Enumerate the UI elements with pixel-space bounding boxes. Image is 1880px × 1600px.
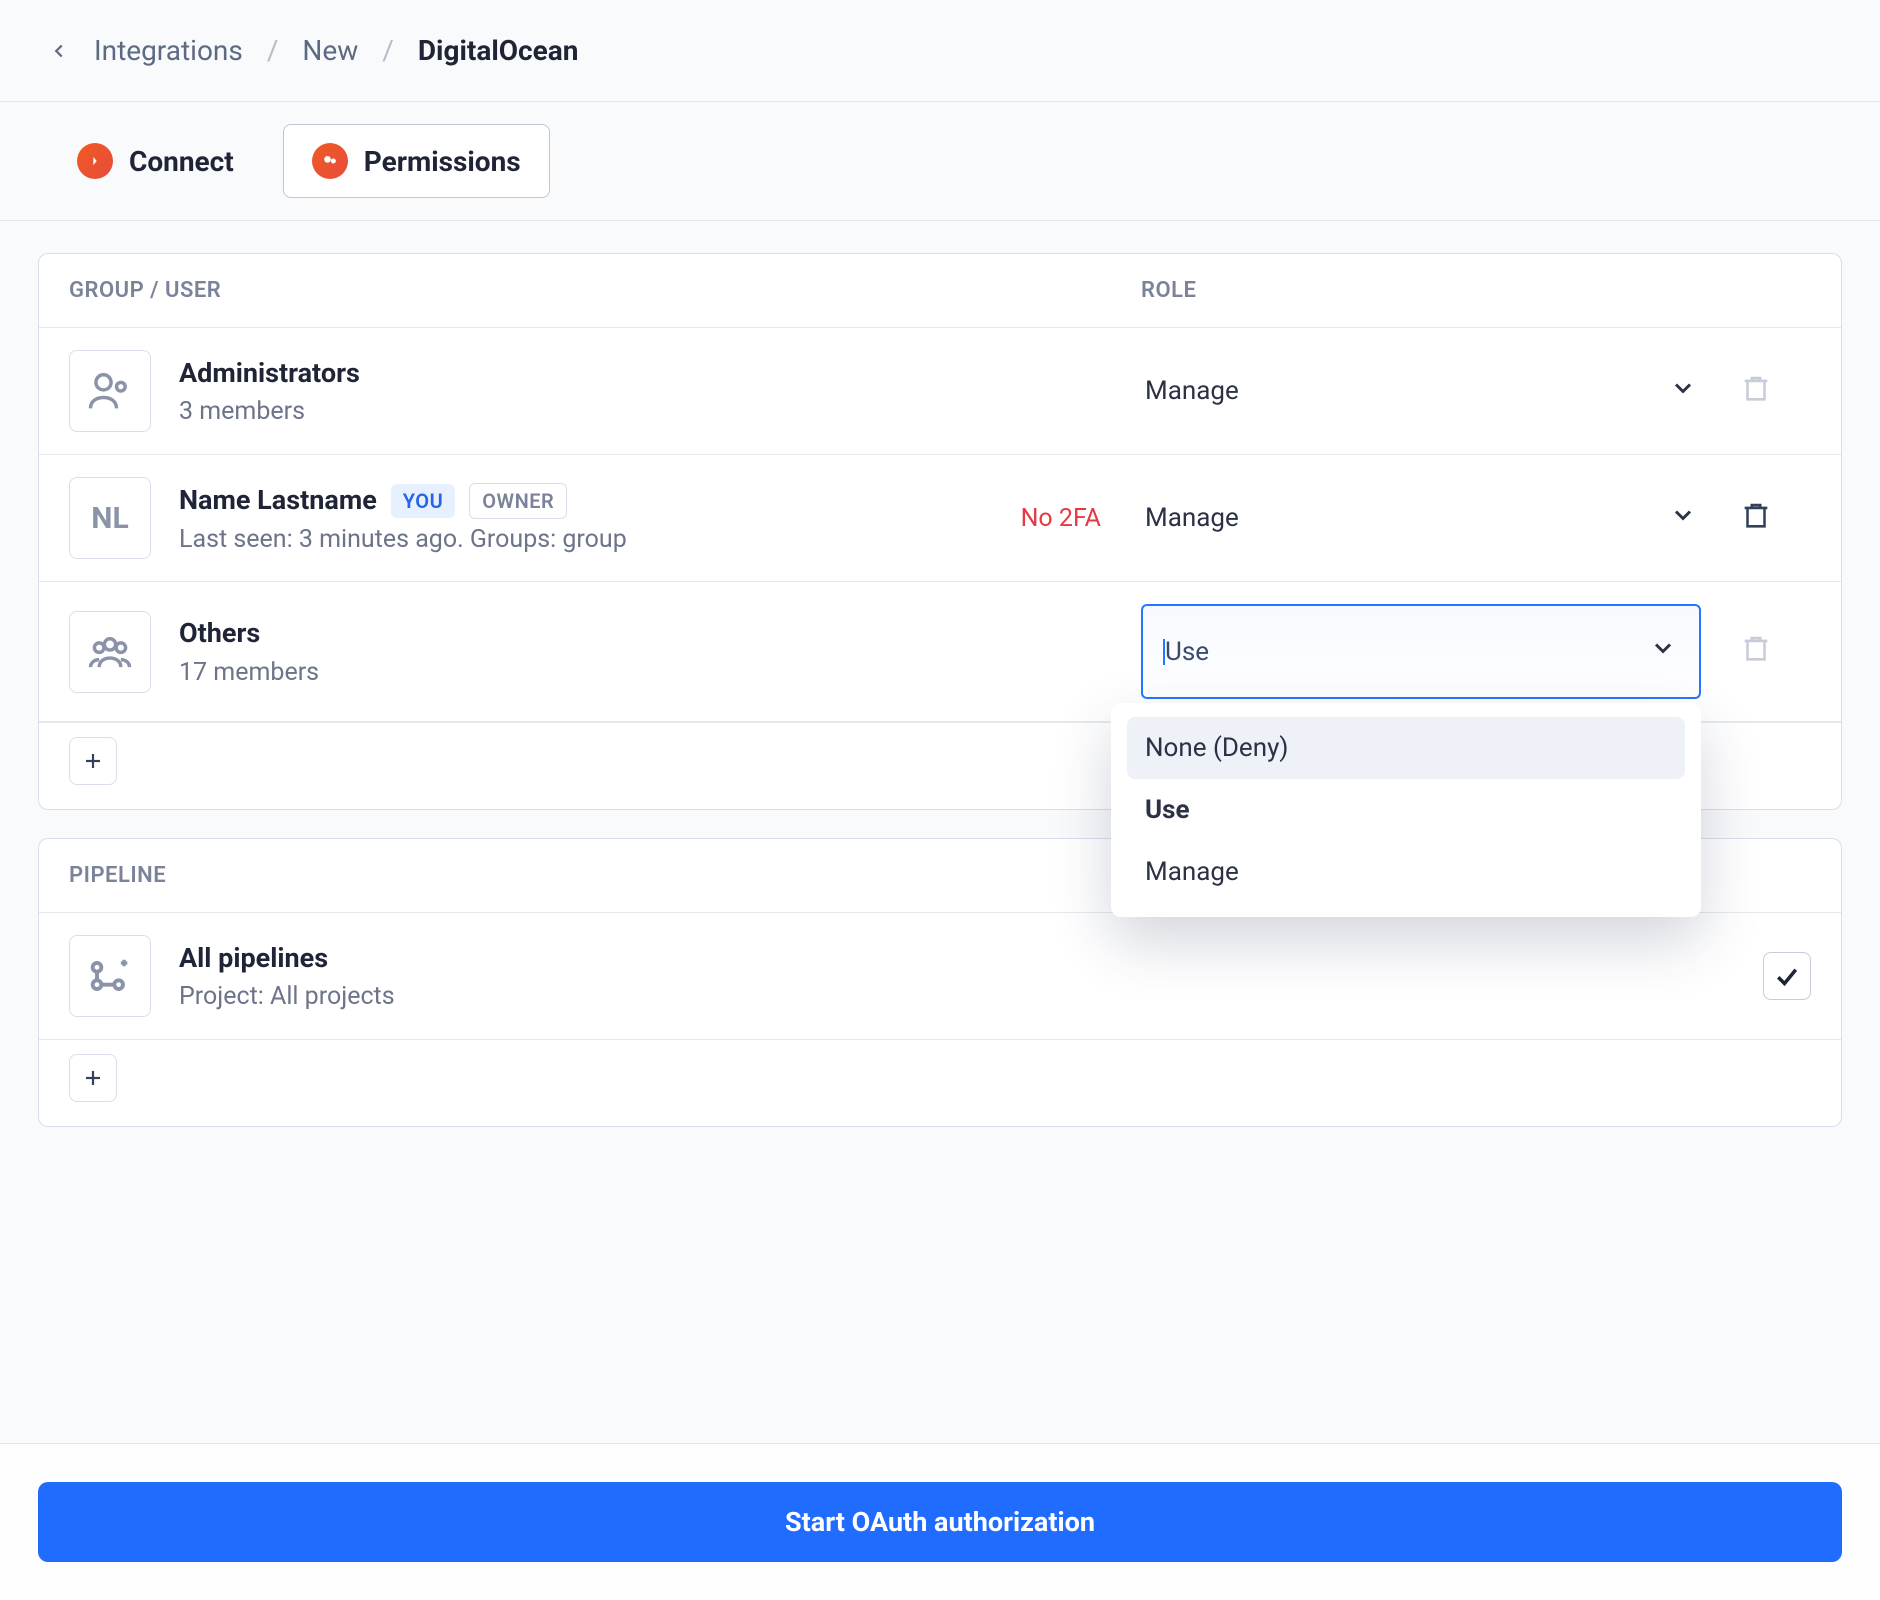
pipeline-header-label: PIPELINE [69,863,166,888]
role-select[interactable]: Manage [1141,491,1701,546]
chevron-down-icon [1649,634,1677,669]
breadcrumb-item[interactable]: Integrations [94,34,243,67]
no-2fa-warning: No 2FA [1021,504,1101,533]
role-select[interactable]: Use [1141,604,1701,699]
row-title: All pipelines [179,941,395,976]
role-dropdown: None (Deny) Use Manage [1111,703,1701,917]
breadcrumb: Integrations / New / DigitalOcean [0,0,1880,102]
tabs: Connect Permissions [0,102,1880,221]
group-icon [69,350,151,432]
footer: Start OAuth authorization [0,1443,1880,1600]
row-subtitle: Last seen: 3 minutes ago. Groups: group [179,525,627,554]
role-value: Manage [1145,503,1239,533]
chevron-down-icon [1669,501,1697,536]
delete-button [1739,371,1773,412]
column-header-role: ROLE [1141,278,1701,303]
start-oauth-button[interactable]: Start OAuth authorization [38,1482,1842,1562]
user-avatar: NL [69,477,151,559]
connect-icon [77,143,113,179]
pipeline-check-button[interactable] [1763,952,1811,1000]
group-icon [69,611,151,693]
permissions-icon [312,143,348,179]
chevron-down-icon [1669,374,1697,409]
breadcrumb-item-current: DigitalOcean [418,34,579,67]
row-title: Others [179,616,319,651]
tab-label: Permissions [364,145,521,178]
tab-connect[interactable]: Connect [48,124,263,198]
breadcrumb-item[interactable]: New [302,34,358,67]
you-badge: YOU [391,484,455,518]
table-row: All pipelines Project: All projects [39,913,1841,1040]
group-user-card: GROUP / USER ROLE Administrators 3 membe… [38,253,1842,810]
add-group-button[interactable] [69,737,117,785]
breadcrumb-separator: / [267,34,279,67]
back-button[interactable] [48,40,70,62]
pipeline-icon [69,935,151,1017]
row-subtitle: 17 members [179,658,319,687]
row-subtitle: Project: All projects [179,982,395,1011]
card-header: GROUP / USER ROLE [39,254,1841,328]
dropdown-option[interactable]: None (Deny) [1127,717,1685,779]
dropdown-option[interactable]: Use [1127,779,1685,841]
table-row: NL Name Lastname YOU OWNER Last seen: 3 … [39,455,1841,582]
role-value: Manage [1145,376,1239,406]
delete-button[interactable] [1739,498,1773,539]
tab-permissions[interactable]: Permissions [283,124,550,198]
column-header-group-user: GROUP / USER [69,278,1141,303]
row-title: Administrators [179,356,360,391]
row-subtitle: 3 members [179,397,360,426]
role-select[interactable]: Manage [1141,364,1701,419]
row-title: Name Lastname [179,483,377,518]
delete-button [1739,631,1773,672]
dropdown-option[interactable]: Manage [1127,841,1685,903]
owner-badge: OWNER [469,483,567,519]
tab-label: Connect [129,145,234,178]
breadcrumb-separator: / [382,34,394,67]
table-row: Others 17 members Use None (Deny) Use Ma… [39,582,1841,722]
add-pipeline-button[interactable] [69,1054,117,1102]
role-value: Use [1165,637,1209,667]
table-row: Administrators 3 members Manage [39,328,1841,455]
